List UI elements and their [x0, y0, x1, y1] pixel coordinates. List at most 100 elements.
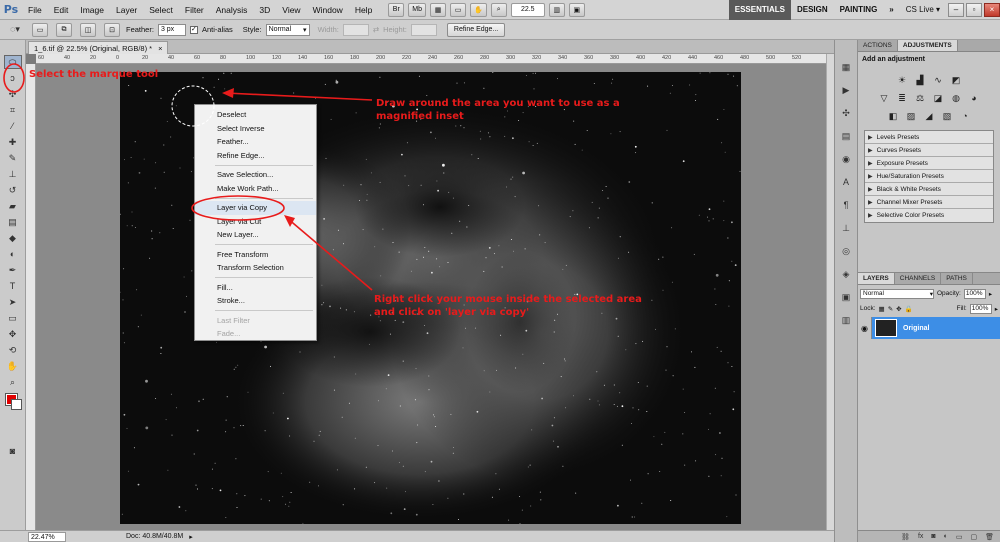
preset-channel-mixer[interactable]: ▶ Channel Mixer Presets: [865, 196, 993, 209]
menu-window[interactable]: Window: [307, 5, 349, 15]
new-selection-icon[interactable]: ▭: [32, 22, 48, 37]
context-item-new-layer[interactable]: New Layer...: [195, 228, 316, 242]
lock-position-icon[interactable]: ✥: [896, 305, 901, 313]
menu-analysis[interactable]: Analysis: [210, 5, 254, 15]
channel-mixer-icon[interactable]: ◕: [968, 92, 980, 104]
hand-icon[interactable]: ✋: [470, 2, 487, 17]
eraser-tool-icon[interactable]: ▰: [4, 199, 22, 213]
document-size-info[interactable]: Doc: 40.8M/40.8M: [126, 533, 183, 540]
gradient-map-icon[interactable]: ▧: [941, 110, 953, 122]
preset-levels[interactable]: ▶ Levels Presets: [865, 131, 993, 144]
context-item-save-selection[interactable]: Save Selection...: [195, 168, 316, 182]
menu-3d[interactable]: 3D: [253, 5, 276, 15]
paragraph-panel-icon[interactable]: ¶: [838, 198, 854, 212]
context-item-refine-edge[interactable]: Refine Edge...: [195, 149, 316, 163]
context-item-feather[interactable]: Feather...: [195, 135, 316, 149]
shape-tool-icon[interactable]: ▭: [4, 311, 22, 325]
feather-input[interactable]: 3 px: [157, 23, 186, 36]
3d-panel-icon[interactable]: ◈: [838, 267, 854, 281]
new-group-icon[interactable]: ▭: [956, 533, 963, 541]
layer-row-original[interactable]: ◉ Original: [858, 317, 1000, 339]
history-panel-icon[interactable]: ▦: [838, 60, 854, 74]
close-button[interactable]: ×: [984, 2, 1000, 17]
photo-filter-icon[interactable]: ◍: [950, 92, 962, 104]
tab-paths[interactable]: PATHS: [941, 273, 973, 284]
blend-mode-select[interactable]: Normal ▾: [860, 288, 934, 299]
invert-icon[interactable]: ◧: [887, 110, 899, 122]
arrange-documents-icon[interactable]: ▥: [548, 2, 565, 17]
style-select[interactable]: Normal ▾: [265, 23, 310, 36]
opacity-input[interactable]: 100%: [963, 288, 986, 299]
clone-stamp-icon[interactable]: ⊥: [4, 167, 22, 181]
context-item-layer-via-copy[interactable]: Layer via Copy: [195, 201, 316, 215]
gradient-tool-icon[interactable]: ▤: [4, 215, 22, 229]
eyedropper-tool-icon[interactable]: ⁄: [4, 119, 22, 133]
workspace-essentials[interactable]: ESSENTIALS: [728, 0, 791, 20]
menu-help[interactable]: Help: [349, 5, 378, 15]
levels-icon[interactable]: ▟: [914, 74, 926, 86]
preset-black-white[interactable]: ▶ Black & White Presets: [865, 183, 993, 196]
antialias-checkbox[interactable]: ✓: [189, 25, 198, 34]
hand-tool-icon[interactable]: ✋: [4, 359, 22, 373]
vibrance-icon[interactable]: ▽: [878, 92, 890, 104]
workspace-more[interactable]: »: [883, 0, 899, 20]
notes-panel-icon[interactable]: ◉: [838, 152, 854, 166]
background-color-swatch[interactable]: [11, 399, 22, 410]
threshold-icon[interactable]: ◢: [923, 110, 935, 122]
photoshop-logo[interactable]: Ps: [0, 0, 22, 20]
workspace-design[interactable]: DESIGN: [791, 0, 834, 20]
menu-file[interactable]: File: [22, 5, 48, 15]
info-panel-icon[interactable]: ▤: [838, 129, 854, 143]
exposure-icon[interactable]: ◩: [950, 74, 962, 86]
3d-orbit-icon[interactable]: ⟲: [4, 343, 22, 357]
new-layer-icon[interactable]: ▢: [970, 533, 977, 541]
brightness-contrast-icon[interactable]: ☀: [896, 74, 908, 86]
zoom-icon[interactable]: ▭: [450, 2, 467, 17]
styles-panel-icon[interactable]: ▣: [838, 290, 854, 304]
context-item-stroke[interactable]: Stroke...: [195, 294, 316, 308]
quick-select-tool-icon[interactable]: ✣: [4, 87, 22, 101]
vertical-scrollbar[interactable]: [826, 54, 834, 530]
history-brush-icon[interactable]: ↺: [4, 183, 22, 197]
blur-tool-icon[interactable]: ◆: [4, 231, 22, 245]
restore-button[interactable]: ▫: [966, 2, 982, 17]
masks-panel-icon[interactable]: ◎: [838, 244, 854, 258]
delete-layer-icon[interactable]: 🗑: [985, 533, 994, 541]
preset-exposure[interactable]: ▶ Exposure Presets: [865, 157, 993, 170]
add-selection-icon[interactable]: ⧉: [56, 22, 72, 37]
add-mask-icon[interactable]: ◙: [931, 533, 935, 540]
link-layers-icon[interactable]: ⛓: [901, 533, 910, 541]
context-item-make-work-path[interactable]: Make Work Path...: [195, 182, 316, 196]
zoom-tool-icon[interactable]: ⌕: [4, 375, 22, 389]
zoom-level-select[interactable]: 22.5: [510, 2, 545, 17]
status-menu-icon[interactable]: ▸: [189, 533, 193, 541]
type-tool-icon[interactable]: T: [4, 279, 22, 293]
dodge-tool-icon[interactable]: ◐: [4, 247, 22, 261]
healing-brush-icon[interactable]: ✚: [4, 135, 22, 149]
menu-view[interactable]: View: [276, 5, 306, 15]
context-item-deselect[interactable]: Deselect: [195, 108, 316, 122]
workspace-painting[interactable]: PAINTING: [834, 0, 884, 20]
zoom-tool-icon[interactable]: ⌕: [490, 2, 507, 17]
context-item-free-transform[interactable]: Free Transform: [195, 248, 316, 262]
crop-tool-icon[interactable]: ⌗: [4, 103, 22, 117]
tab-channels[interactable]: CHANNELS: [895, 273, 942, 284]
cs-live-button[interactable]: CS Live ▾: [900, 0, 946, 20]
minimize-button[interactable]: –: [948, 2, 964, 17]
quick-mask-icon[interactable]: ◙: [4, 444, 22, 458]
curves-icon[interactable]: ∿: [932, 74, 944, 86]
menu-layer[interactable]: Layer: [110, 5, 143, 15]
screen-mode-icon[interactable]: ▣: [568, 2, 585, 17]
marquee-tool-icon[interactable]: ⬭: [3, 55, 22, 69]
mini-bridge-button[interactable]: Mb: [408, 2, 427, 17]
extras-icon[interactable]: ▦: [430, 2, 447, 17]
clone-source-panel-icon[interactable]: ⊥: [838, 221, 854, 235]
context-item-layer-via-cut[interactable]: Layer via Cut: [195, 215, 316, 229]
refine-edge-button[interactable]: Refine Edge...: [446, 22, 506, 37]
color-balance-icon[interactable]: ⚖: [914, 92, 926, 104]
menu-image[interactable]: Image: [74, 5, 110, 15]
bridge-button[interactable]: Br: [388, 2, 405, 17]
tab-adjustments[interactable]: ADJUSTMENTS: [897, 40, 958, 51]
preset-selective-color[interactable]: ▶ Selective Color Presets: [865, 209, 993, 222]
brush-tool-icon[interactable]: ✎: [4, 151, 22, 165]
